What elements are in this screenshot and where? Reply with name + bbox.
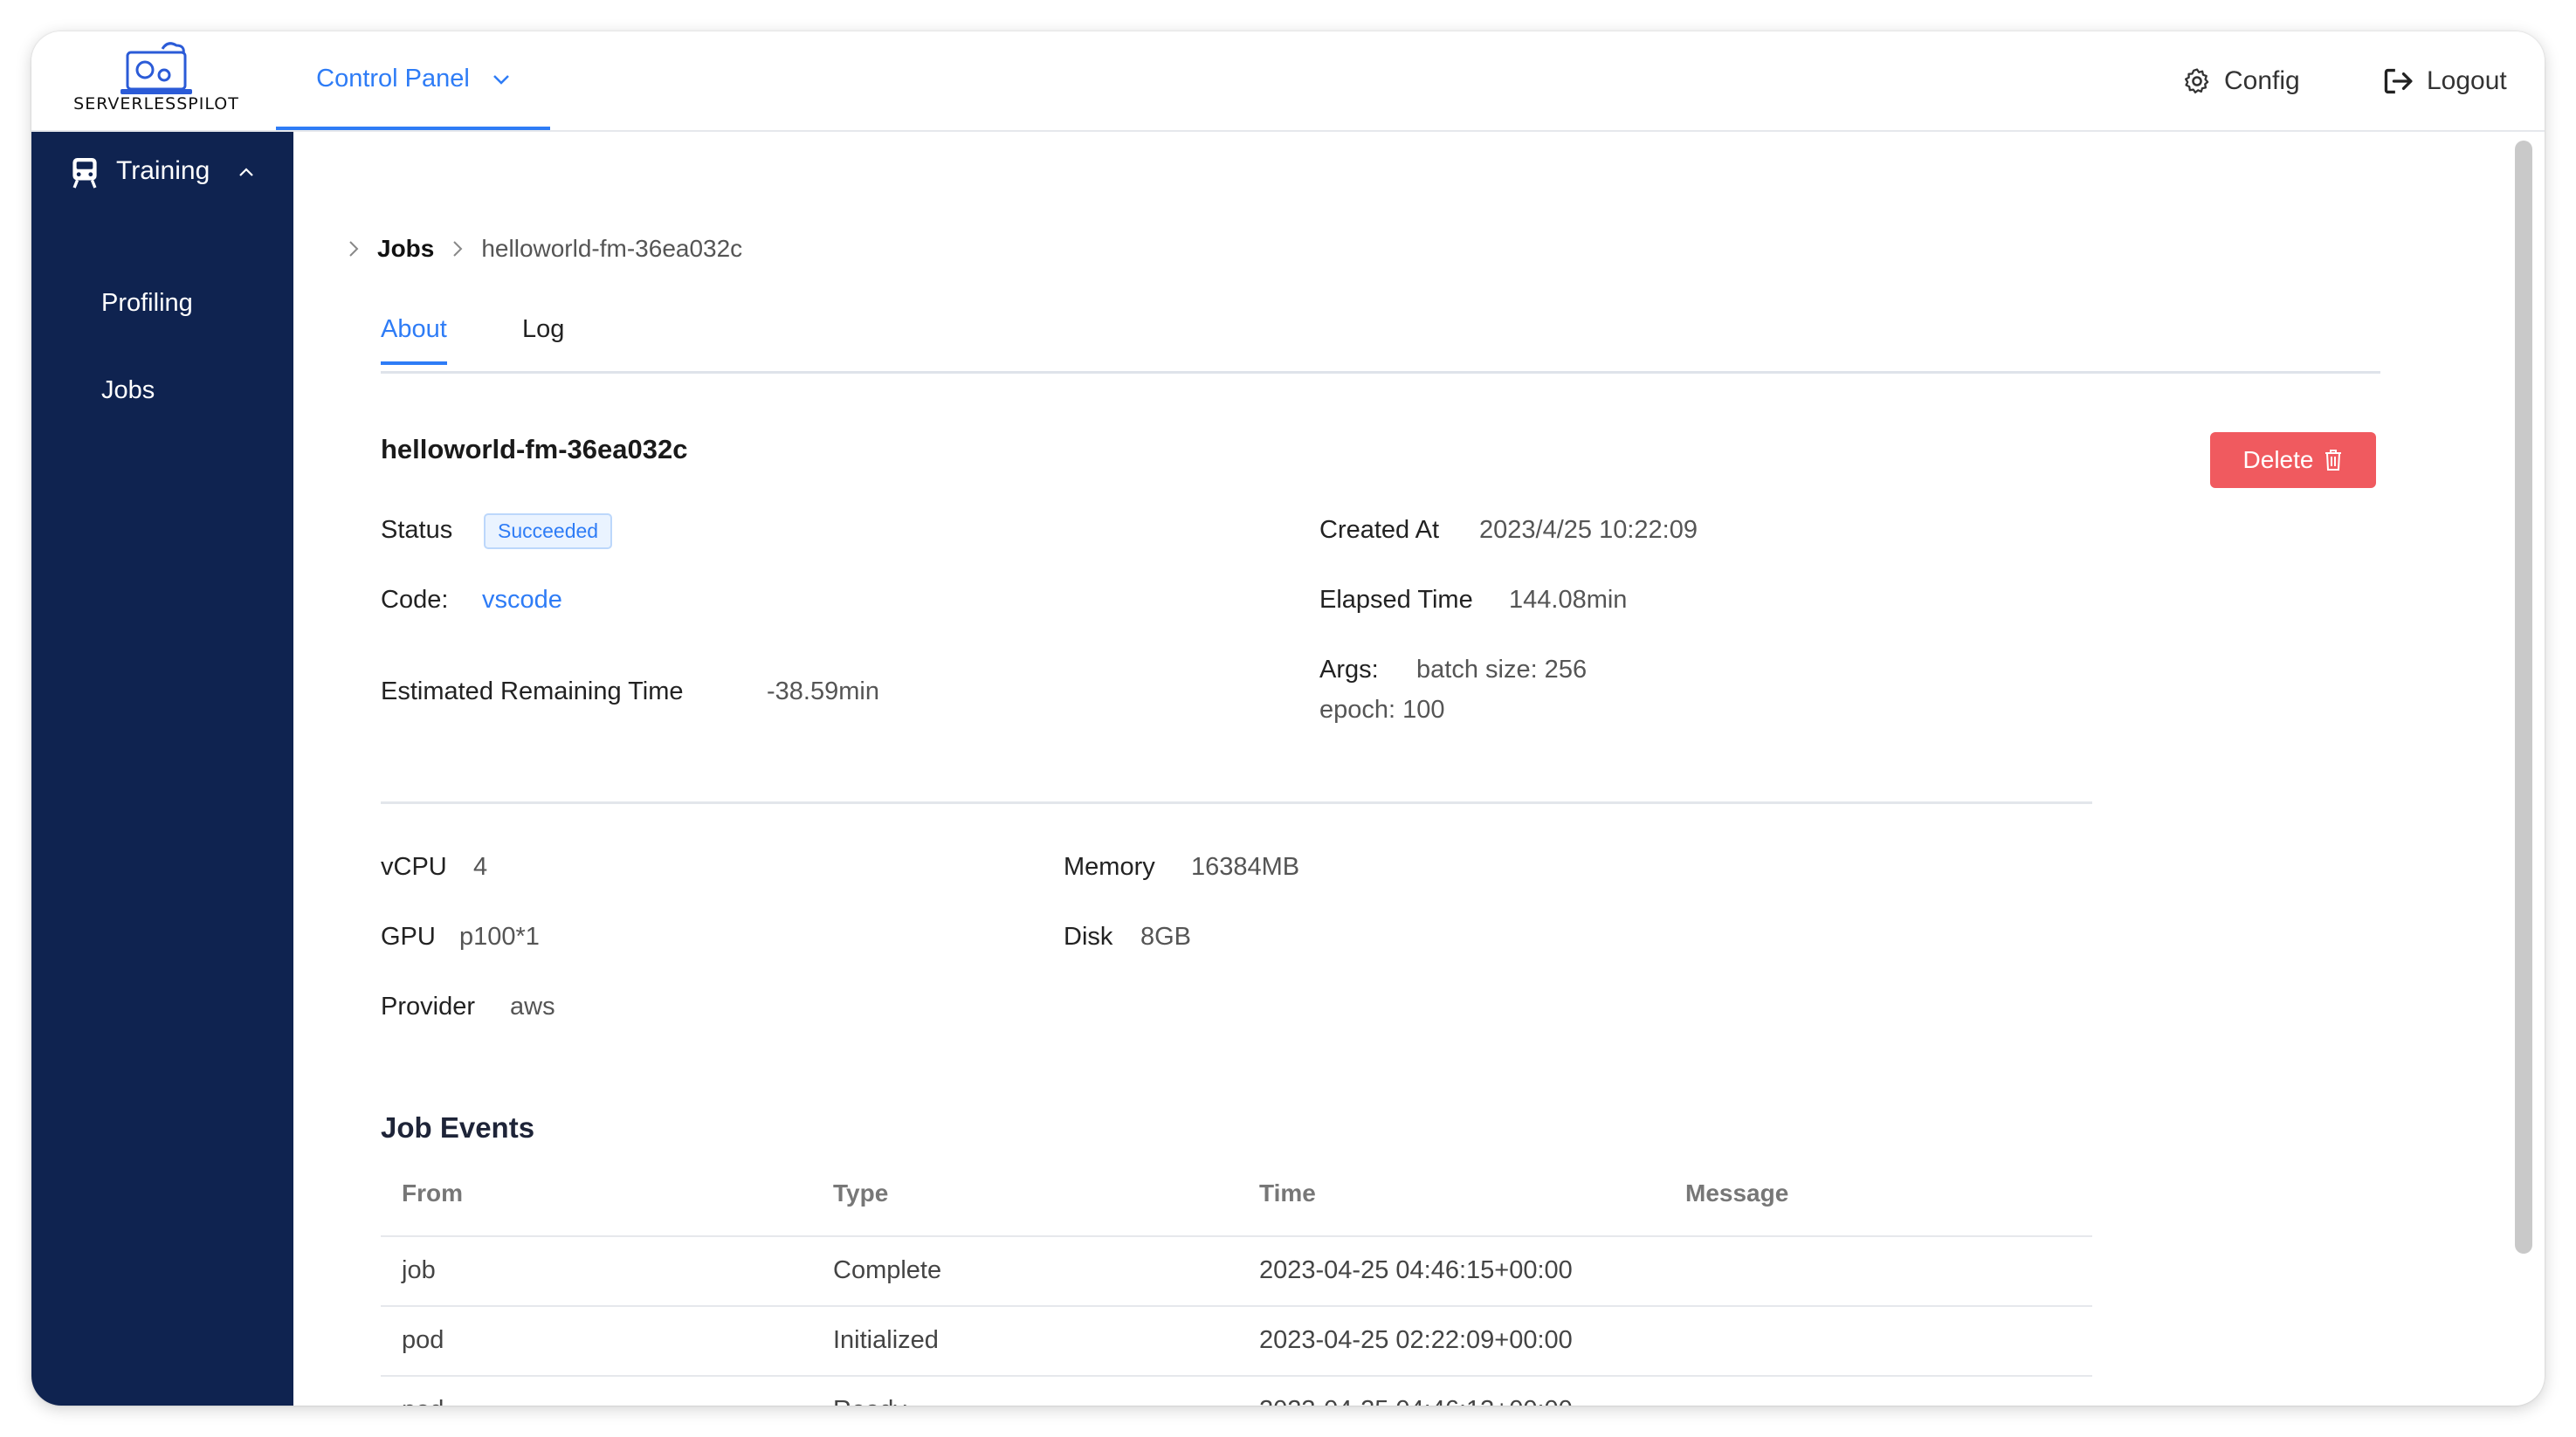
divider: [381, 801, 2092, 804]
cell-from: pod: [402, 1396, 444, 1406]
app-window: SERVERLESSPILOT Control Panel Config Log…: [31, 31, 2545, 1406]
elapsed-time-label: Elapsed Time: [1319, 586, 1473, 614]
job-title: helloworld-fm-36ea032c: [381, 434, 688, 464]
vertical-scrollbar[interactable]: [2515, 141, 2532, 1254]
sidebar-item-profiling[interactable]: Profiling: [101, 289, 193, 318]
control-panel-tab[interactable]: Control Panel: [276, 31, 550, 130]
memory-label: Memory: [1064, 853, 1155, 881]
chevron-right-icon: [349, 241, 359, 257]
chevron-down-icon: [492, 74, 509, 85]
control-panel-label: Control Panel: [316, 65, 470, 93]
breadcrumb: Jobs helloworld-fm-36ea032c: [348, 235, 742, 263]
column-header-time[interactable]: Time: [1259, 1179, 1316, 1207]
chevron-right-icon: [453, 241, 463, 257]
elapsed-time-value: 144.08min: [1509, 586, 1628, 614]
created-at-label: Created At: [1319, 516, 1440, 544]
gpu-value: p100*1: [459, 923, 540, 951]
remaining-time-label: Estimated Remaining Time: [381, 677, 684, 705]
breadcrumb-current: helloworld-fm-36ea032c: [481, 235, 743, 262]
column-header-from[interactable]: From: [402, 1179, 463, 1207]
cell-type: Complete: [833, 1256, 942, 1284]
disk-label: Disk: [1064, 923, 1113, 951]
cell-time: 2023-04-25 02:22:09+00:00: [1259, 1326, 1573, 1354]
cell-type: Initialized: [833, 1326, 939, 1354]
status-label: Status: [381, 516, 453, 544]
provider-value: aws: [510, 993, 555, 1021]
args-label: Args:: [1319, 656, 1379, 684]
tab-bar: About Log: [381, 315, 2380, 374]
code-link[interactable]: vscode: [482, 586, 562, 615]
chevron-up-icon: [239, 168, 253, 176]
tab-about[interactable]: About: [381, 315, 447, 365]
logout-button[interactable]: Logout: [2383, 31, 2507, 130]
code-label: Code:: [381, 586, 449, 614]
sidebar: Training Profiling Jobs: [31, 132, 293, 1406]
cell-time: 2023-04-25 04:46:15+00:00: [1259, 1256, 1573, 1284]
trash-icon: [2325, 450, 2342, 471]
column-header-message[interactable]: Message: [1685, 1179, 1788, 1207]
logout-label: Logout: [2427, 65, 2507, 95]
config-label: Config: [2224, 65, 2300, 95]
disk-value: 8GB: [1140, 923, 1192, 951]
column-header-type[interactable]: Type: [833, 1179, 888, 1207]
args-batch-size: batch size: 256: [1416, 656, 1588, 684]
cell-type: Ready: [833, 1396, 906, 1406]
args-epoch: epoch: 100: [1319, 696, 1445, 724]
config-button[interactable]: Config: [2182, 31, 2300, 130]
table-row: job Complete 2023-04-25 04:46:15+00:00: [381, 1235, 2092, 1307]
sidebar-group-training[interactable]: Training: [31, 132, 293, 210]
tab-log[interactable]: Log: [522, 315, 564, 361]
main-content: Jobs helloworld-fm-36ea032c About Log he…: [293, 132, 2545, 1406]
breadcrumb-jobs-link[interactable]: Jobs: [377, 235, 434, 263]
delete-button[interactable]: Delete: [2210, 432, 2376, 488]
gear-icon: [2184, 67, 2209, 93]
gpu-label: GPU: [381, 923, 436, 951]
status-badge: Succeeded: [484, 513, 613, 549]
sidebar-item-jobs[interactable]: Jobs: [101, 376, 155, 405]
table-row: pod Initialized 2023-04-25 02:22:09+00:0…: [381, 1305, 2092, 1377]
vcpu-value: 4: [473, 853, 488, 881]
top-header: SERVERLESSPILOT Control Panel Config Log…: [31, 31, 2545, 132]
delete-label: Delete: [2242, 446, 2314, 473]
cell-from: job: [402, 1256, 436, 1284]
cell-time: 2023-04-25 04:46:13+00:00: [1259, 1396, 1573, 1406]
table-row: pod Ready 2023-04-25 04:46:13+00:00: [381, 1375, 2092, 1406]
logout-icon: [2384, 68, 2413, 93]
cell-from: pod: [402, 1326, 444, 1354]
train-icon: [72, 158, 97, 189]
vcpu-label: vCPU: [381, 853, 447, 881]
status-badge-text: Succeeded: [484, 513, 613, 549]
remaining-time-value: -38.59min: [767, 677, 879, 705]
created-at-value: 2023/4/25 10:22:09: [1479, 516, 1698, 544]
logo-text: SERVERLESSPILOT: [73, 94, 239, 113]
memory-value: 16384MB: [1191, 853, 1300, 881]
sidebar-group-label: Training: [116, 156, 210, 185]
job-events-title: Job Events: [381, 1111, 535, 1144]
provider-label: Provider: [381, 993, 475, 1021]
